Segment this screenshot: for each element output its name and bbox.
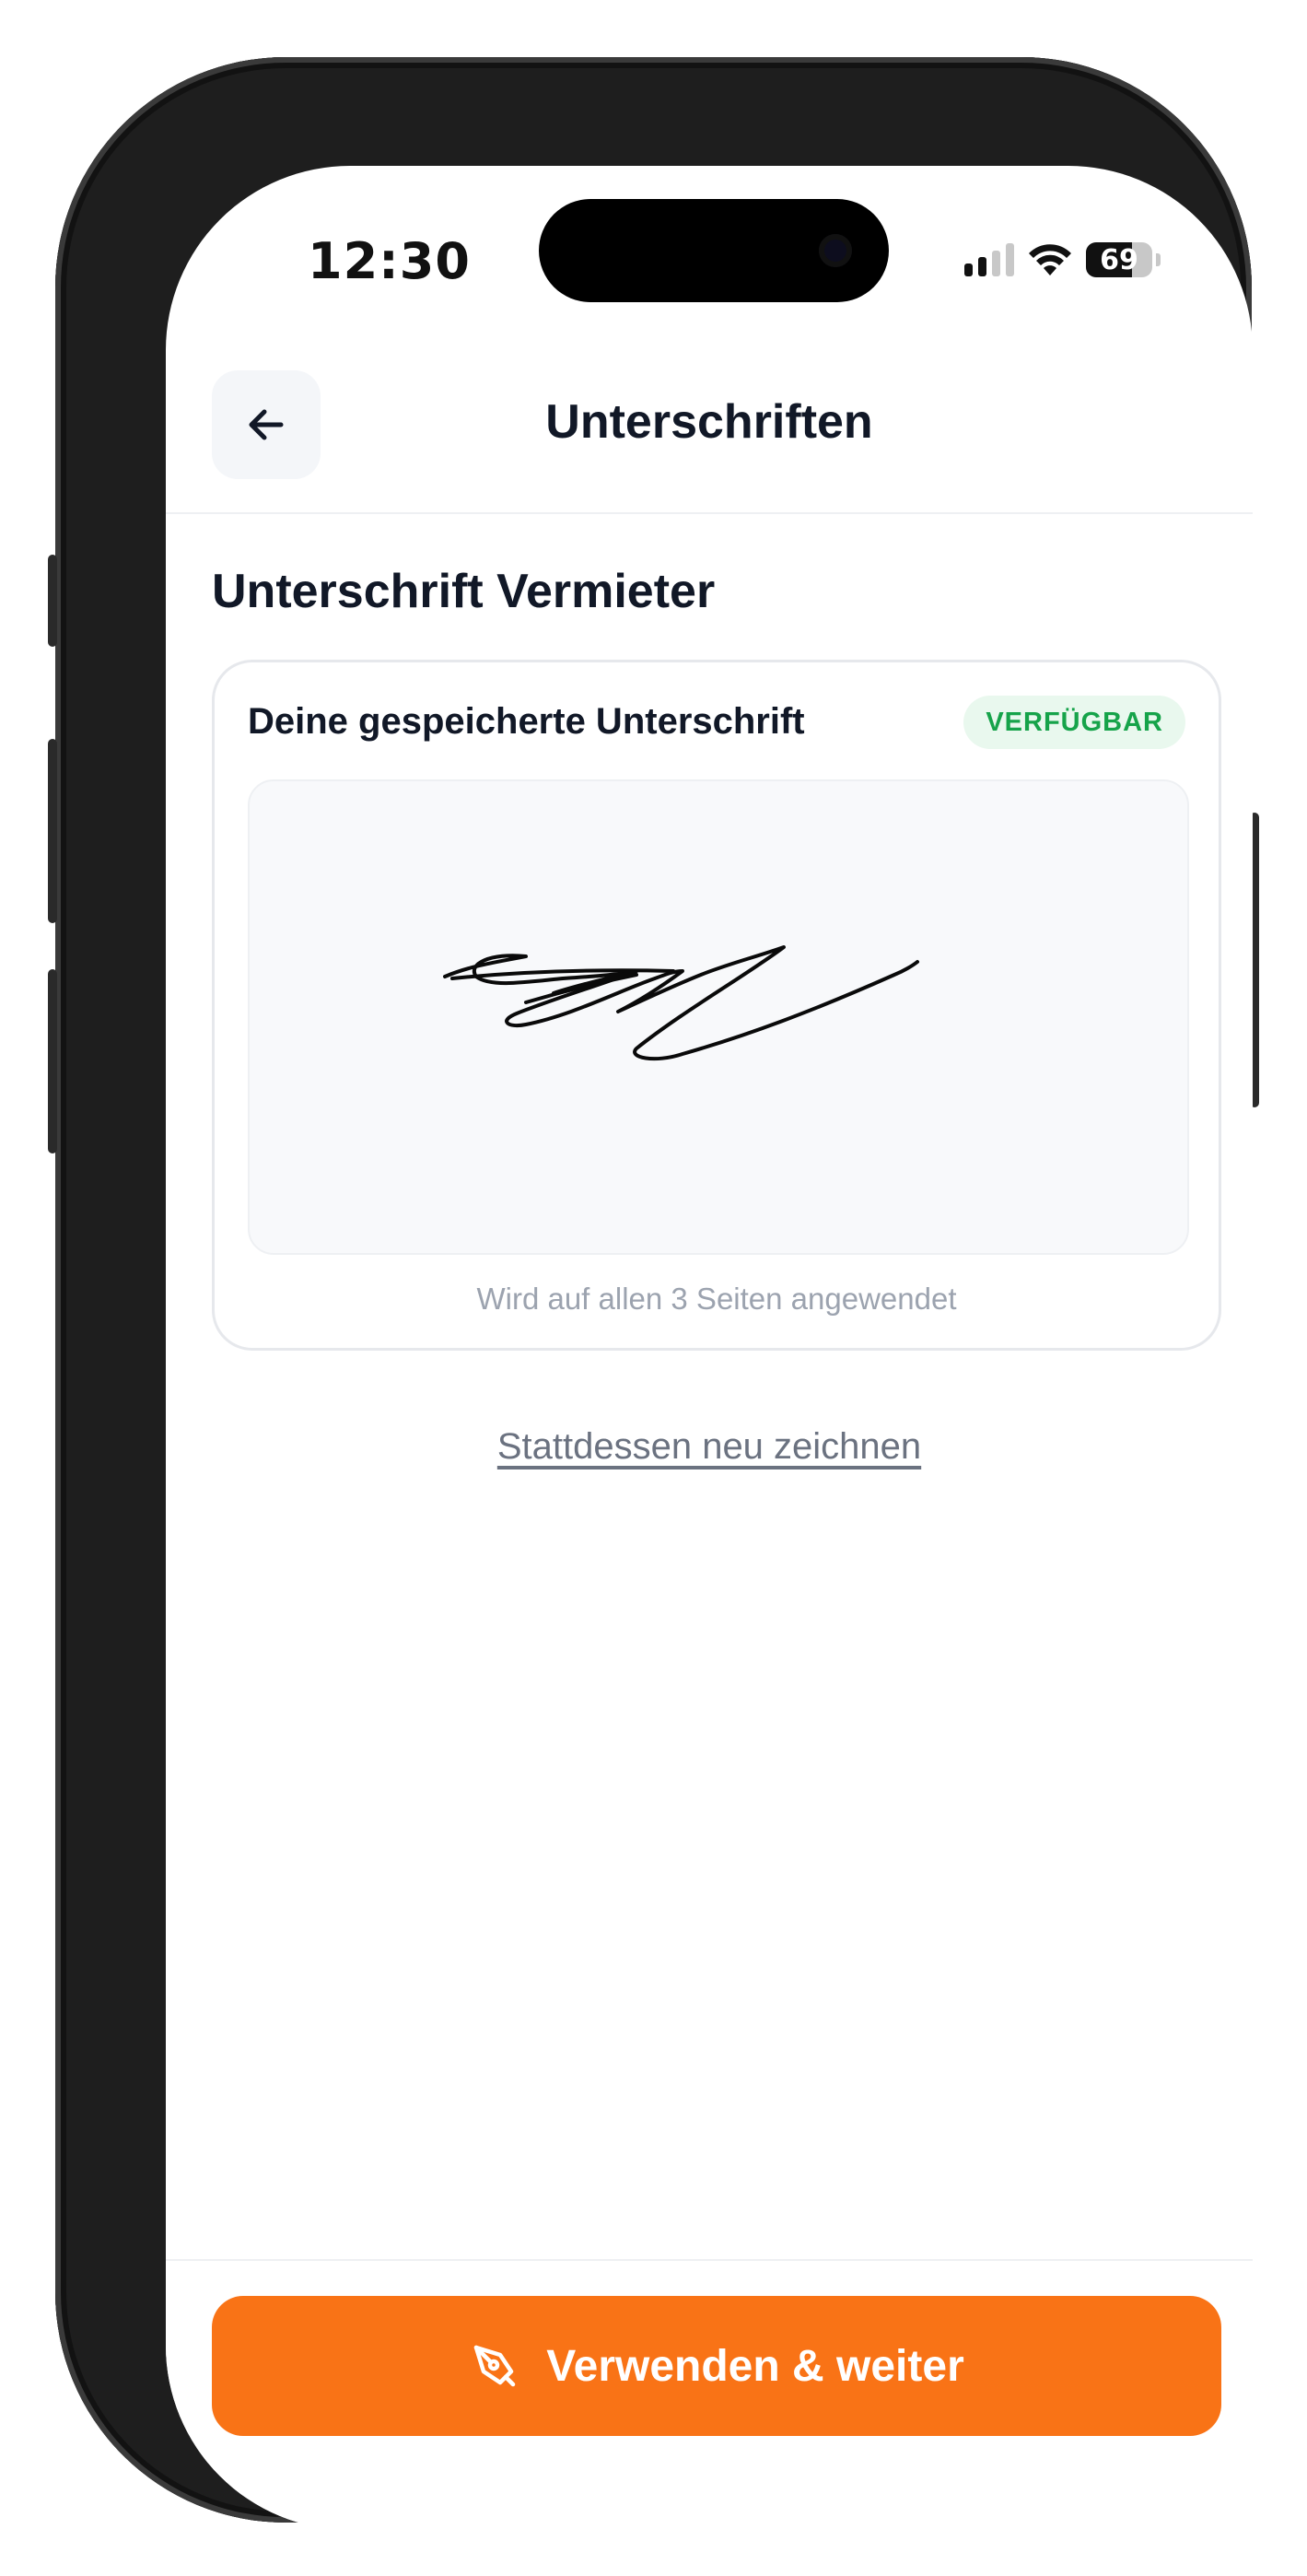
- status-badge: VERFÜGBAR: [963, 696, 1185, 749]
- header: Unterschriften: [166, 166, 1253, 514]
- pen-tool-icon: [474, 2345, 516, 2387]
- page-title: Unterschriften: [545, 395, 873, 449]
- signature-image: [443, 945, 919, 1061]
- volume-up-button: [48, 739, 57, 923]
- card-title: Deine gespeicherte Unterschrift: [248, 701, 805, 742]
- redraw-link[interactable]: Stattdessen neu zeichnen: [166, 1426, 1253, 1468]
- use-and-continue-button[interactable]: Verwenden & weiter: [212, 2296, 1221, 2436]
- screen: 12:30 69 Unterschriften Unterschrift Ver…: [166, 166, 1253, 2530]
- signature-card: Deine gespeicherte Unterschrift VERFÜGBA…: [212, 660, 1221, 1351]
- phone-frame: 12:30 69 Unterschriften Unterschrift Ver…: [48, 57, 1259, 2530]
- section-title: Unterschrift Vermieter: [212, 565, 716, 618]
- card-note: Wird auf allen 3 Seiten angewendet: [476, 1282, 957, 1316]
- footer: Verwenden & weiter: [166, 2259, 1253, 2528]
- signature-preview: [248, 779, 1189, 1255]
- action-button: [48, 555, 57, 647]
- use-and-continue-label: Verwenden & weiter: [546, 2341, 964, 2391]
- volume-down-button: [48, 969, 57, 1153]
